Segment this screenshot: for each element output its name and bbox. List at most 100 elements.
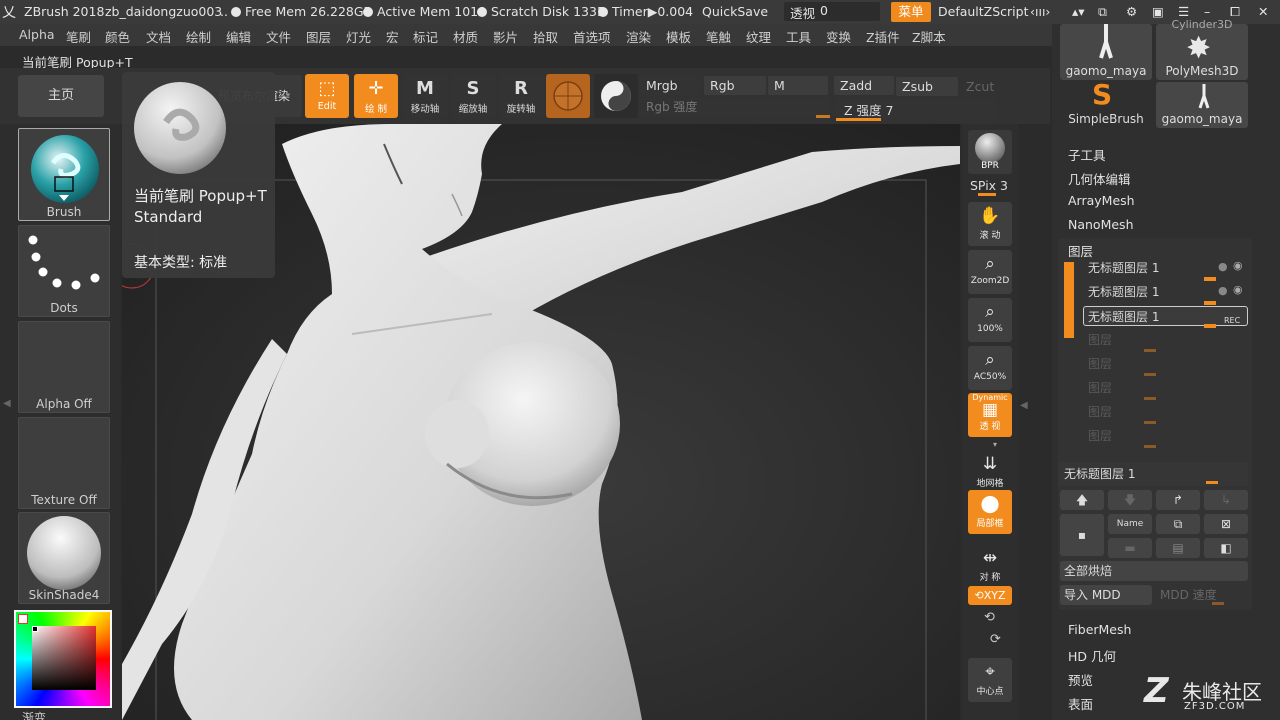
empty-layer-slot[interactable]: 图层 [1084, 378, 1246, 398]
menu-item[interactable]: Z插件 [866, 27, 900, 46]
m-button[interactable]: M [768, 76, 828, 95]
menu-item[interactable]: Alpha [19, 27, 55, 42]
rotate-button[interactable]: R 旋转轴 [499, 74, 543, 118]
home-button[interactable]: 主页 [18, 75, 104, 117]
layer-split-button[interactable]: ↳ [1204, 490, 1248, 510]
layer-strength-handle[interactable] [1204, 277, 1216, 281]
color-swatch-icon[interactable] [18, 614, 28, 624]
empty-layer-slot[interactable]: 图层 [1084, 330, 1246, 350]
zadd-button[interactable]: Zadd [834, 76, 894, 95]
edit-button[interactable]: ⬚ Edit [305, 74, 349, 118]
arraymesh-menu[interactable]: ArrayMesh [1068, 193, 1135, 208]
material-slot[interactable]: SkinShade4 [18, 512, 110, 604]
move-button[interactable]: M 移动轴 [403, 74, 447, 118]
duplicate-layer-button[interactable]: ⧉ [1156, 514, 1200, 534]
default-zscript-button[interactable]: DefaultZScript [938, 4, 1029, 19]
color-picker[interactable] [14, 610, 112, 708]
layer-redirect-button[interactable]: ↱ [1156, 490, 1200, 510]
eye-icon[interactable]: ◉ [1233, 259, 1243, 272]
saturation-square[interactable] [32, 626, 96, 690]
menu-item[interactable]: 模板 [666, 27, 691, 46]
menu-item[interactable]: 首选项 [573, 27, 611, 46]
help-icon[interactable]: ▣ [1152, 4, 1164, 19]
layer-strength-handle[interactable] [1204, 301, 1216, 305]
menu-item[interactable]: 灯光 [346, 27, 371, 46]
quicksave-button[interactable]: QuickSave [702, 4, 768, 19]
layer-dot-icon[interactable]: ● [1218, 284, 1228, 297]
menu-button[interactable]: 菜单 [891, 2, 931, 22]
actual-size-button[interactable]: ⌕ 100% [968, 298, 1012, 342]
menu-item[interactable]: 图层 [306, 27, 331, 46]
close-icon[interactable]: ✕ [1258, 4, 1268, 19]
rgb-intensity-slider[interactable]: Rgb 强度 [640, 98, 830, 117]
scale-button[interactable]: S 缩放轴 [451, 74, 495, 118]
perspective-button[interactable]: Dynamic ▦ 透 视 [968, 393, 1012, 437]
menu-item[interactable]: 纹理 [746, 27, 771, 46]
empty-layer-slot[interactable]: 图层 [1084, 426, 1246, 446]
alpha-slot[interactable]: Alpha Off [18, 321, 110, 413]
rgb-button[interactable]: Rgb [704, 76, 766, 95]
layer-name-button[interactable]: Name [1108, 514, 1152, 534]
import-mdd-button[interactable]: 导入 MDD [1060, 585, 1152, 605]
tool-thumb-polymesh[interactable]: Cylinder3D ✸ PolyMesh3D [1156, 18, 1248, 80]
left-collapse-icon[interactable]: ◀ [3, 398, 11, 418]
z-intensity-slider[interactable]: Z 强度 7 [836, 98, 996, 122]
menu-item[interactable]: 工具 [786, 27, 811, 46]
menu-item[interactable]: 绘制 [186, 27, 211, 46]
tool-thumb-gaomo-2[interactable]: gaomo_maya [1156, 82, 1248, 128]
right-collapse-icon[interactable]: ◀ [1020, 400, 1028, 411]
menu-item[interactable]: 材质 [453, 27, 478, 46]
move-palette-icon[interactable]: ‹ııı› [1030, 4, 1050, 19]
color-mode-button[interactable] [594, 74, 638, 118]
subtool-menu[interactable]: 子工具 [1068, 145, 1106, 164]
scroll-button[interactable]: ✋ 滚 动 [968, 202, 1012, 246]
new-layer-button[interactable]: ▪ [1060, 514, 1104, 556]
rotate-y-icon[interactable]: ⟲ [984, 610, 995, 625]
zcut-button[interactable]: Zcut [960, 77, 1000, 96]
texture-slot[interactable]: Texture Off [18, 417, 110, 509]
zsub-button[interactable]: Zsub [896, 77, 958, 96]
empty-layer-slot[interactable]: 图层 [1084, 402, 1246, 422]
menu-item[interactable]: 拾取 [533, 27, 558, 46]
tool-thumb-gaomo-1[interactable]: gaomo_maya [1060, 24, 1152, 80]
eye-icon[interactable]: ◉ [1233, 283, 1243, 296]
menu-item[interactable]: 颜色 [105, 27, 130, 46]
menu-item[interactable]: 宏 [386, 27, 399, 46]
current-layer-slider[interactable]: 无标题图层 1 [1058, 462, 1248, 486]
spix-label[interactable]: SPix 3 [970, 178, 1008, 193]
layer-copy-button[interactable]: ◧ [1204, 538, 1248, 558]
material-sphere-button[interactable] [546, 74, 590, 118]
empty-layer-slot[interactable]: 图层 [1084, 354, 1246, 374]
layer-up-button[interactable]: 🡅 [1060, 490, 1104, 510]
delete-layer-button[interactable]: ⊠ [1204, 514, 1248, 534]
merge-down-button[interactable]: ▬ [1108, 538, 1152, 558]
bake-all-button[interactable]: 全部烘焙 [1060, 561, 1248, 581]
stroke-slot[interactable]: Dots [18, 225, 110, 317]
menu-item[interactable]: Z脚本 [912, 27, 946, 46]
menu-item[interactable]: 文档 [146, 27, 171, 46]
symmetry-button[interactable]: ⇹ 对 称 [968, 544, 1012, 588]
layer-strength-handle[interactable] [1204, 324, 1216, 328]
ac50-button[interactable]: ⌕ AC50% [968, 346, 1012, 390]
layer-down-button[interactable]: 🡇 [1108, 490, 1152, 510]
local-button[interactable]: ⬤ 局部框 [968, 490, 1012, 534]
layout-icon[interactable]: ⧉ [1098, 4, 1107, 20]
persp-dropdown-icon[interactable]: ▾ [993, 440, 997, 449]
bpr-button[interactable]: BPR [968, 130, 1012, 174]
menu-item[interactable]: 笔刷 [66, 27, 91, 46]
layers-scrollbar[interactable] [1064, 262, 1074, 338]
nanomesh-menu[interactable]: NanoMesh [1068, 217, 1134, 232]
mdd-speed-slider[interactable]: MDD 速度 [1156, 585, 1248, 605]
merge-visible-button[interactable]: ▤ [1156, 538, 1200, 558]
rotate-z-icon[interactable]: ⟳ [990, 632, 1001, 647]
brush-slot[interactable]: Brush [18, 128, 110, 221]
rec-label[interactable]: REC [1224, 316, 1240, 325]
menu-item[interactable]: 影片 [493, 27, 518, 46]
zoom2d-button[interactable]: ⌕ Zoom2D [968, 250, 1012, 294]
menu-item[interactable]: 标记 [413, 27, 438, 46]
menu-item[interactable]: 变换 [826, 27, 851, 46]
draw-button[interactable]: ✛ 绘 制 [354, 74, 398, 118]
surface-menu[interactable]: 表面 [1068, 694, 1093, 713]
minimize-icon[interactable]: – [1204, 4, 1210, 19]
menu-item[interactable]: 编辑 [226, 27, 251, 46]
